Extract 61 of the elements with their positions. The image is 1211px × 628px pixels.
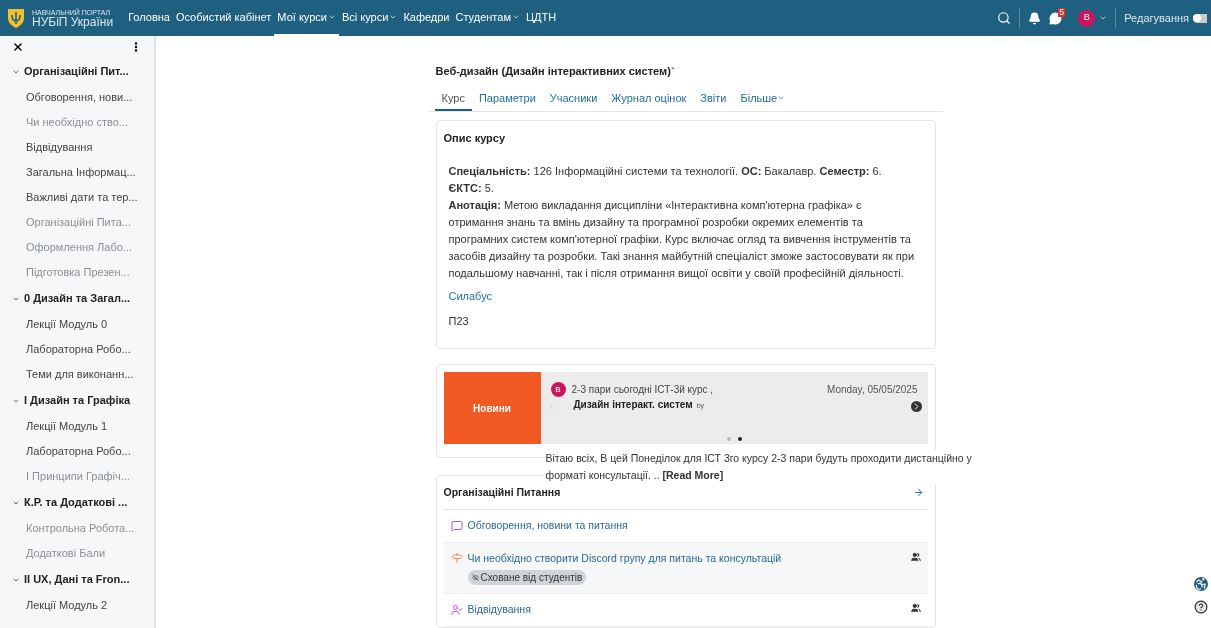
- sidebar-section[interactable]: К.Р. та Додаткові ...: [0, 489, 154, 516]
- logo-title: НУБіП України: [32, 15, 114, 28]
- activity-link[interactable]: Відвідування: [467, 602, 531, 618]
- section-title: Організаційні Питання: [443, 484, 561, 500]
- sidebar-item[interactable]: Лабораторна Робо...: [0, 439, 154, 464]
- chat-icon[interactable]: [1049, 11, 1063, 25]
- sidebar-item[interactable]: Лабораторна Робо...: [0, 337, 154, 362]
- nav-link[interactable]: Всі курси: [338, 0, 401, 36]
- search-icon[interactable]: [997, 11, 1012, 25]
- course-code: П23: [448, 314, 469, 330]
- help-icon[interactable]: [1194, 600, 1208, 614]
- hidden-badge: Сховане від студентів: [467, 570, 587, 586]
- message-count-badge: 5: [1058, 7, 1066, 17]
- sidebar-item[interactable]: Загальна Інформац...: [0, 160, 154, 185]
- nav-link[interactable]: Кафедри: [400, 0, 453, 36]
- attendance-icon: [450, 604, 463, 617]
- author-avatar: В: [550, 382, 566, 398]
- activity-link[interactable]: Чи необхідно створити Discord групу для питань та консультацій: [467, 550, 782, 567]
- sidebar-item[interactable]: Теми для виконанн...: [0, 362, 154, 387]
- news-course: Дизайн інтеракт. систем: [573, 398, 693, 413]
- sidebar-section[interactable]: I Дизайн та Графіка: [0, 387, 154, 414]
- sidebar-section[interactable]: II UX, Дані та Fron...: [0, 566, 154, 593]
- card-title: Опис курсу: [443, 130, 507, 146]
- edit-mode-label: Редагування: [1124, 10, 1189, 26]
- nav-link[interactable]: Особистий кабінет: [172, 0, 275, 36]
- course-tab[interactable]: Журнал оцінок: [604, 87, 694, 111]
- eye-off-icon: [471, 574, 479, 582]
- bell-icon[interactable]: [1028, 11, 1042, 25]
- sidebar-section[interactable]: Організаційні Пит...: [0, 58, 154, 85]
- user-avatar[interactable]: В: [1078, 9, 1096, 27]
- description-text: Спеціальність: 126 Інформаційні системи та технології. ОС: Бакалавр. Семестр: 6. ЄКТС: 5.: [448, 164, 883, 197]
- edit-mode-toggle[interactable]: [1193, 13, 1207, 23]
- nav-link[interactable]: ЦДТН: [522, 0, 560, 36]
- course-tab[interactable]: Курс: [434, 87, 472, 111]
- forum-icon: [450, 519, 463, 532]
- course-tab[interactable]: Звіти: [693, 87, 734, 111]
- nav-link[interactable]: Головна: [125, 0, 173, 36]
- caret-icon[interactable]: [1099, 14, 1108, 22]
- course-tab[interactable]: Параметри: [471, 87, 543, 111]
- sidebar-item[interactable]: Лекції Модуль 0: [0, 312, 154, 337]
- sidebar-item[interactable]: Лекції Модуль 1: [0, 414, 154, 439]
- arrow-right-icon[interactable]: [912, 487, 924, 499]
- course-tab[interactable]: Більше: [733, 87, 793, 111]
- activity-link[interactable]: Обговорення, новини та питання: [467, 517, 628, 534]
- news-title: 2-3 пари сьогодні ІСТ-3й курс ,: [571, 383, 714, 398]
- sidebar-item[interactable]: Відвідування: [0, 135, 154, 160]
- course-title: Веб-дизайн (Дизайн інтерактивних систем)`: [434, 64, 676, 79]
- close-icon[interactable]: [12, 41, 24, 53]
- news-date: Monday, 05/05/2025: [827, 383, 918, 398]
- course-tab[interactable]: Учасники: [542, 87, 605, 111]
- syllabus-link[interactable]: Силабус: [448, 288, 493, 306]
- nav-link[interactable]: Мої курси: [274, 0, 339, 36]
- sidebar-item[interactable]: Важливі дати та тер...: [0, 185, 154, 210]
- news-label-block: Новини: [443, 372, 541, 445]
- sidebar-item[interactable]: Лекції Модуль 2: [0, 593, 154, 618]
- sidebar-item[interactable]: Обговорення, нови...: [0, 85, 154, 110]
- accessibility-icon[interactable]: [1194, 577, 1208, 591]
- description-text: Анотація: Метою викладання дисципліни «Інтерактивна комп'ютерна графіка» є отримання знань та вмінь дизайну та програмної розробки окремих елементів та програмних систем комп'ютерної графіки. Курс включає огляд та вивчення інструментів та засобів дизайну та розробки. Такі знання майбутній спеціаліст зможе застосовувати як при подальшому навчанні, так і після отримання вищої освіти у своїй професійній діяльності.: [448, 198, 916, 282]
- signpost-icon: [450, 552, 463, 565]
- nav-link[interactable]: Студентам: [452, 0, 523, 36]
- sidebar-section[interactable]: 0 Дизайн та Загал...: [0, 285, 154, 312]
